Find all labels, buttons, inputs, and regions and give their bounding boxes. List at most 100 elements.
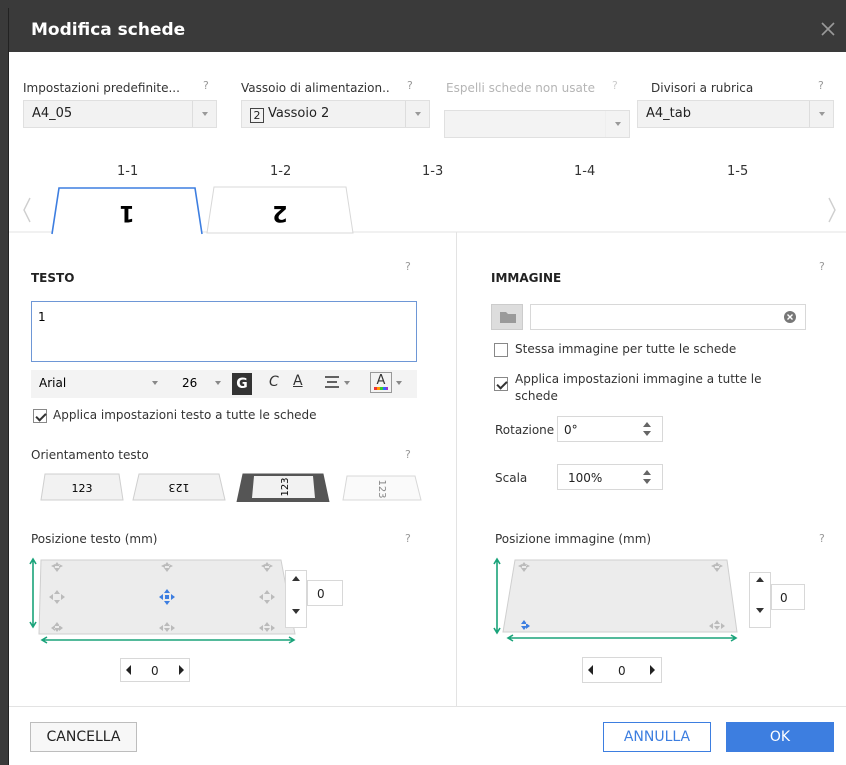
horizontal-dimension-arrow xyxy=(40,636,296,644)
apply-image-all-checkbox[interactable] xyxy=(494,377,508,391)
apply-text-all-label: Applica impostazioni testo a tutte le sc… xyxy=(53,408,317,422)
clear-icon[interactable] xyxy=(783,310,797,324)
tab-number-4: 1-4 xyxy=(574,164,596,179)
preset-label: Impostazioni predefinite... xyxy=(23,81,180,95)
chevron-down-icon xyxy=(809,101,833,127)
right-arrow-icon[interactable] xyxy=(649,664,657,676)
tray-icon: 2 xyxy=(250,108,264,123)
dividers-label: Divisori a rubrica xyxy=(651,81,754,95)
dividers-help-icon[interactable]: ? xyxy=(818,79,824,92)
vertical-dimension-arrow xyxy=(29,557,37,629)
bold-button[interactable]: G xyxy=(232,373,252,395)
image-offset-x-value: 0 xyxy=(618,664,626,678)
preset-help-icon[interactable]: ? xyxy=(203,79,209,92)
right-arrow-icon[interactable] xyxy=(178,664,186,676)
scale-spin-icon[interactable] xyxy=(642,469,652,485)
font-size-select[interactable]: 26 xyxy=(182,376,197,390)
orientation-normal-text: 123 xyxy=(72,482,93,495)
chevron-down-icon xyxy=(396,381,402,385)
image-position-help-icon[interactable]: ? xyxy=(819,532,825,545)
underline-button[interactable]: A xyxy=(293,373,303,389)
align-icon[interactable] xyxy=(323,375,353,391)
text-heading: TESTO xyxy=(31,271,75,285)
text-offset-x-value: 0 xyxy=(151,664,159,678)
up-arrow-icon[interactable] xyxy=(754,575,766,583)
orientation-group: 123 123 123 123 xyxy=(40,473,422,502)
rotation-label: Rotazione xyxy=(495,423,555,437)
text-position-diagram xyxy=(29,557,296,644)
orientation-normal[interactable]: 123 xyxy=(40,473,124,501)
vertical-dimension-arrow xyxy=(493,557,501,635)
rotation-spin-icon[interactable] xyxy=(642,421,652,437)
scale-label: Scala xyxy=(495,471,528,485)
text-offset-y-value: 0 xyxy=(317,587,325,601)
tray-label: Vassoio di alimentazion... xyxy=(241,81,389,95)
text-position-help-icon[interactable]: ? xyxy=(405,532,411,545)
eject-help-icon: ? xyxy=(612,79,618,92)
tray-help-icon[interactable]: ? xyxy=(407,79,413,92)
down-arrow-icon[interactable] xyxy=(754,607,766,615)
tab-shape xyxy=(502,559,738,633)
left-arrow-icon[interactable] xyxy=(586,664,594,676)
orientation-vertical-alt[interactable]: 123 xyxy=(342,475,422,501)
same-image-checkbox[interactable] xyxy=(494,343,508,357)
orientation-vertical-text: 123 xyxy=(280,477,291,496)
dialog-title: Modifica schede xyxy=(31,20,186,40)
orientation-label: Orientamento testo xyxy=(31,448,149,462)
text-color-letter: A xyxy=(376,373,386,388)
clear-button[interactable]: CANCELLA xyxy=(30,722,137,752)
text-help-icon[interactable]: ? xyxy=(405,260,411,273)
color-swatch-icon xyxy=(374,387,388,390)
tab-number-1: 1-1 xyxy=(117,164,139,179)
orientation-vertical-selected[interactable]: 123 xyxy=(236,473,330,502)
text-position-label: Posizione testo (mm) xyxy=(31,532,158,546)
orientation-rotated-180[interactable]: 123 xyxy=(132,473,226,501)
close-icon[interactable] xyxy=(819,20,837,38)
image-offset-y-value: 0 xyxy=(780,591,788,605)
chevron-right-icon[interactable] xyxy=(828,197,836,223)
chevron-down-icon xyxy=(215,381,221,385)
tab-number-2: 1-2 xyxy=(270,164,292,179)
text-offset-y-input[interactable]: 0 xyxy=(307,580,343,606)
tab-number-5: 1-5 xyxy=(727,164,749,179)
ok-button[interactable]: OK xyxy=(726,722,834,752)
tray-select[interactable]: 2 Vassoio 2 xyxy=(241,100,430,128)
orientation-help-icon[interactable]: ? xyxy=(405,448,411,461)
title-bar: Modifica schede xyxy=(9,8,846,52)
dividers-value: A4_tab xyxy=(646,106,691,121)
chevron-down-icon xyxy=(152,381,158,385)
tab-label-2: 2 xyxy=(272,200,287,225)
same-image-label: Stessa immagine per tutte le schede xyxy=(515,342,737,356)
dividers-select[interactable]: A4_tab xyxy=(637,100,834,128)
tray-value-wrap: 2 Vassoio 2 xyxy=(250,106,329,123)
down-arrow-icon[interactable] xyxy=(290,608,302,616)
apply-text-all-checkbox[interactable] xyxy=(33,409,47,423)
tab-number-3: 1-3 xyxy=(422,164,444,179)
font-select[interactable]: Arial xyxy=(39,376,66,390)
chevron-left-icon[interactable] xyxy=(23,197,31,223)
tab-text-input[interactable]: 1 xyxy=(31,301,417,362)
scale-value: 100% xyxy=(568,471,603,485)
text-toolbar xyxy=(31,370,417,398)
footer-divider xyxy=(9,706,846,707)
cancel-button[interactable]: ANNULLA xyxy=(603,722,711,752)
edit-tabs-dialog: Modifica schede Impostazioni predefinite… xyxy=(8,8,846,765)
image-position-diagram xyxy=(493,557,738,642)
tab-strip: 1 2 xyxy=(9,186,846,235)
eject-label: Espelli schede non usate xyxy=(446,81,595,95)
chevron-down-icon xyxy=(405,101,429,127)
preset-select[interactable]: A4_05 xyxy=(23,100,217,128)
italic-button[interactable]: C xyxy=(269,374,279,390)
eject-select xyxy=(444,110,630,138)
image-offset-y-input[interactable]: 0 xyxy=(771,584,805,610)
browse-folder-button[interactable] xyxy=(491,304,523,330)
left-arrow-icon[interactable] xyxy=(124,664,132,676)
preset-value: A4_05 xyxy=(32,106,73,121)
apply-image-all-label-line1: Applica impostazioni immagine a tutte le xyxy=(515,372,762,386)
image-path-input[interactable] xyxy=(530,304,806,330)
image-help-icon[interactable]: ? xyxy=(819,260,825,273)
tray-value: Vassoio 2 xyxy=(268,106,330,121)
rotation-value: 0° xyxy=(564,423,578,437)
orientation-vertical-alt-text: 123 xyxy=(376,479,387,498)
up-arrow-icon[interactable] xyxy=(290,574,302,582)
